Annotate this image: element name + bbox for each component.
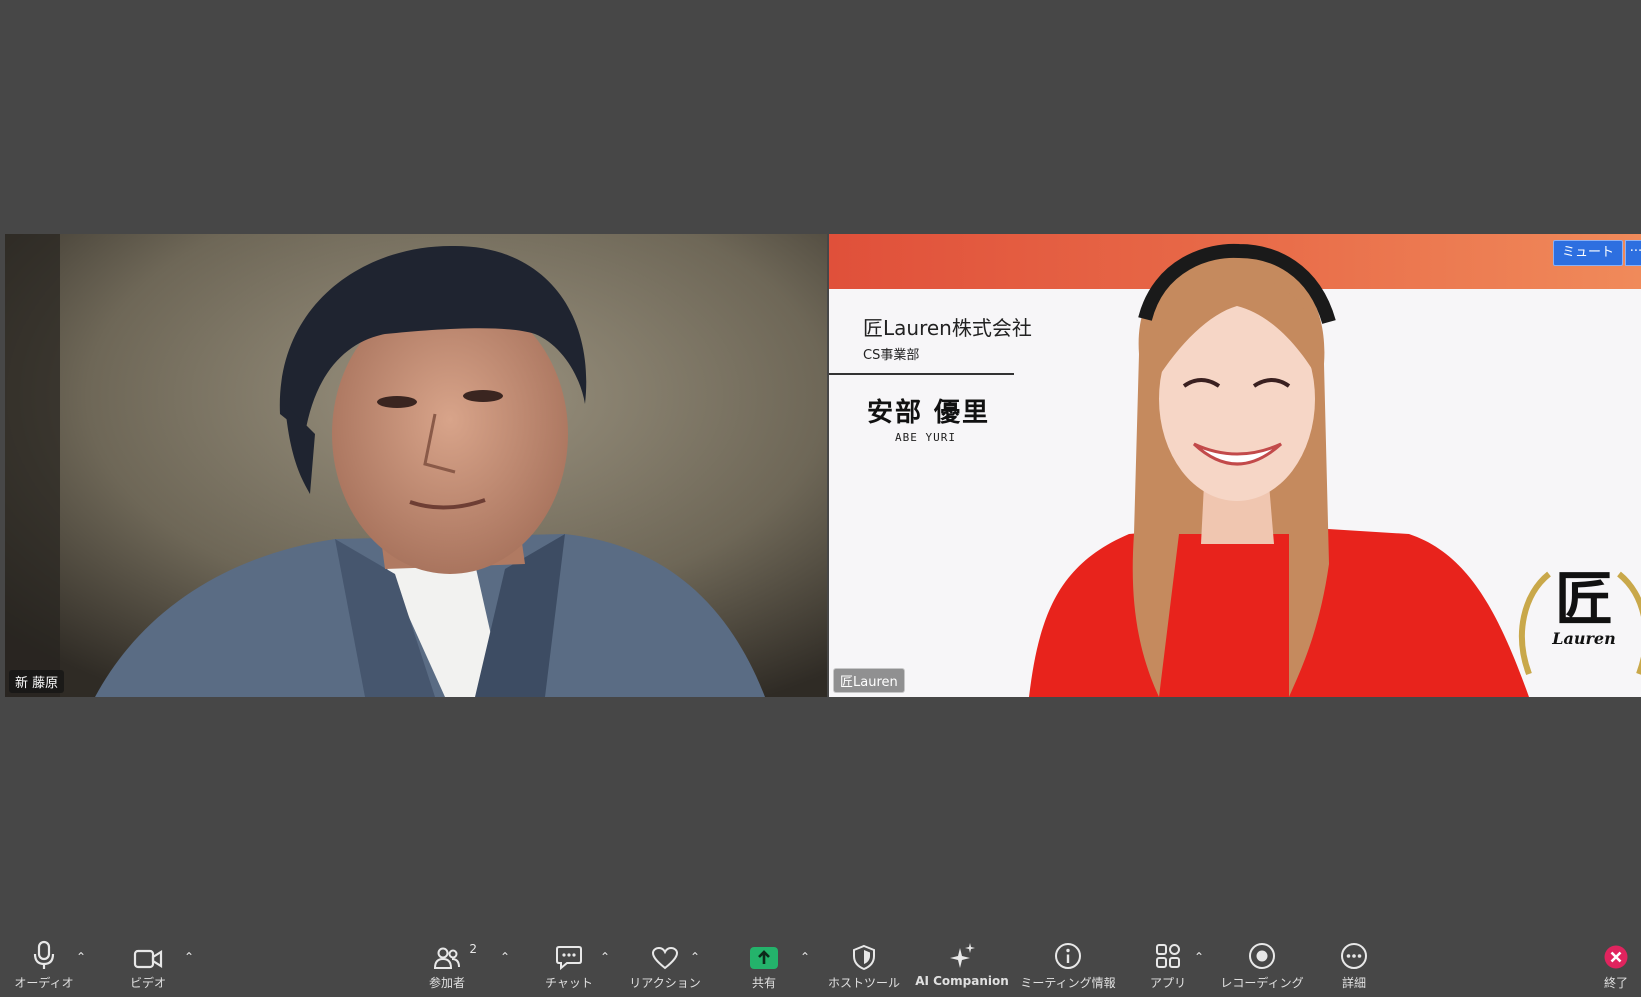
chat-icon — [556, 946, 582, 970]
close-icon — [1604, 945, 1628, 969]
video-options-caret[interactable]: ⌃ — [184, 950, 194, 964]
video-tile-left[interactable]: 新 藤原 — [5, 234, 827, 697]
apps-button[interactable]: アプリ — [1148, 936, 1188, 997]
audio-button[interactable]: オーディオ — [12, 936, 76, 997]
microphone-icon — [33, 940, 55, 969]
participants-label: 参加者 — [428, 976, 465, 990]
mute-participant-button[interactable]: ミュート — [1552, 240, 1623, 266]
sparkle-icon — [950, 943, 975, 968]
share-options-caret[interactable]: ⌃ — [800, 950, 810, 964]
ai-companion-button[interactable]: AI Companion — [914, 936, 1010, 997]
share-arrow-icon — [750, 947, 778, 969]
meeting-info-label: ミーティング情報 — [1020, 976, 1116, 990]
video-label: ビデオ — [129, 976, 166, 990]
reactions-button[interactable]: リアクション — [629, 936, 701, 997]
ellipsis-icon — [1341, 943, 1367, 969]
end-meeting-label: 終了 — [1603, 976, 1628, 990]
ai-companion-label: AI Companion — [915, 974, 1009, 988]
end-meeting-button[interactable]: 終了 — [1594, 936, 1638, 997]
apps-options-caret[interactable]: ⌃ — [1194, 950, 1204, 964]
participant-video-left — [5, 234, 827, 697]
recording-label: レコーディング — [1220, 976, 1304, 990]
chat-label: チャット — [545, 976, 593, 990]
audio-label: オーディオ — [14, 976, 74, 990]
participant-name-tag: 匠Lauren — [833, 668, 905, 693]
more-button[interactable]: 詳細 — [1332, 936, 1376, 997]
heart-icon — [651, 946, 679, 970]
more-label: 詳細 — [1341, 976, 1366, 990]
participants-button[interactable]: 2 参加者 — [420, 936, 477, 997]
people-icon — [433, 947, 460, 969]
reactions-options-caret[interactable]: ⌃ — [690, 950, 700, 964]
record-icon — [1249, 943, 1275, 969]
share-button[interactable]: 共有 — [740, 936, 788, 997]
host-tools-button[interactable]: ホストツール — [826, 936, 902, 997]
reactions-label: リアクション — [629, 976, 701, 990]
apps-label: アプリ — [1149, 976, 1186, 990]
participant-count: 2 — [469, 942, 477, 956]
info-icon — [1055, 943, 1081, 969]
chat-options-caret[interactable]: ⌃ — [600, 950, 610, 964]
participant-more-button[interactable]: ··· — [1625, 240, 1641, 266]
company-logo: 匠 Lauren — [1529, 569, 1639, 648]
chat-button[interactable]: チャット — [542, 936, 596, 997]
recording-button[interactable]: レコーディング — [1220, 936, 1304, 997]
video-button[interactable]: ビデオ — [118, 936, 178, 997]
audio-options-caret[interactable]: ⌃ — [76, 950, 86, 964]
meeting-info-button[interactable]: ミーティング情報 — [1020, 936, 1116, 997]
shield-icon — [853, 944, 875, 970]
participant-name-tag: 新 藤原 — [9, 670, 65, 693]
video-camera-icon — [133, 949, 163, 969]
participant-video-right — [1029, 243, 1641, 697]
logo-kanji: 匠 — [1554, 565, 1613, 633]
meeting-toolbar: オーディオ ⌃ ビデオ ⌃ 2 参加者 ⌃ チャット ⌃ リアクション ⌃ 共有… — [0, 936, 1641, 997]
logo-subtext: Lauren — [1552, 629, 1616, 648]
host-tools-label: ホストツール — [827, 976, 900, 990]
video-tile-right[interactable]: 匠Lauren株式会社 CS事業部 安部 優里 ABE YURI 匠 Laure… — [829, 234, 1641, 697]
participants-options-caret[interactable]: ⌃ — [500, 950, 510, 964]
share-label: 共有 — [751, 976, 776, 990]
apps-icon — [1156, 944, 1180, 968]
